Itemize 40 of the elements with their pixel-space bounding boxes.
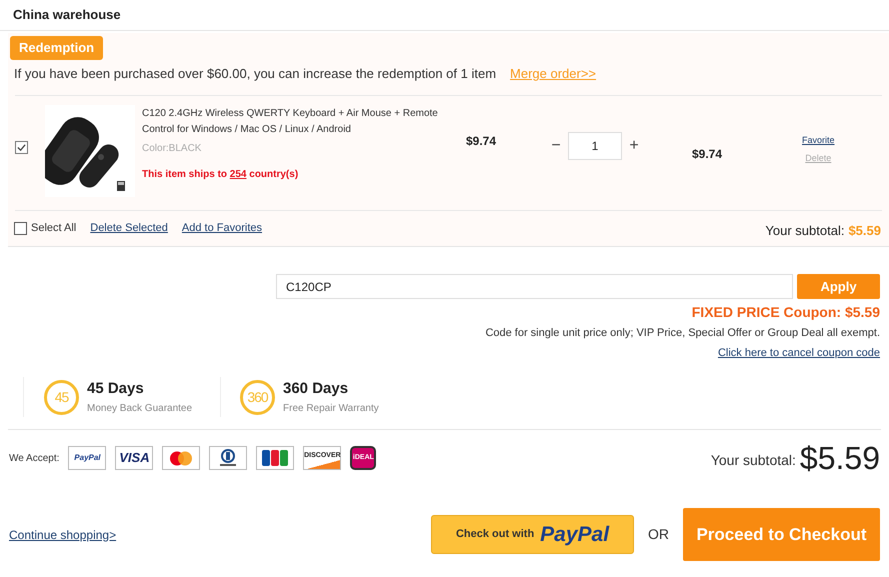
- item-checkbox[interactable]: [15, 140, 28, 154]
- continue-shopping-link[interactable]: Continue shopping>: [9, 526, 116, 544]
- add-to-favorites-link[interactable]: Add to Favorites: [182, 220, 262, 237]
- subtotal-label: Your subtotal:: [710, 451, 796, 470]
- favorite-link[interactable]: Favorite: [802, 134, 835, 147]
- select-all-checkbox[interactable]: [14, 222, 27, 236]
- guarantee-title: 45 Days: [87, 379, 145, 400]
- guarantee-subtitle: Free Repair Warranty: [283, 402, 379, 416]
- cancel-coupon-link[interactable]: Click here to cancel coupon code: [718, 344, 880, 361]
- quantity-field[interactable]: 1: [568, 132, 622, 160]
- increase-button[interactable]: +: [624, 134, 644, 158]
- product-color: Color:BLACK: [142, 142, 202, 156]
- unit-price: $9.74: [466, 132, 498, 150]
- redemption-message: If you have been purchased over $60.00, you can increase the redemption of 1 item: [14, 65, 496, 83]
- product-title[interactable]: C120 2.4GHz Wireless QWERTY Keyboard + Air Mouse + Remote Control for Windows / Mac OS / Linux / Android: [142, 106, 442, 138]
- jcb-logo: [256, 446, 294, 470]
- visa-logo: VISA: [115, 446, 154, 470]
- delete-selected-link[interactable]: Delete Selected: [90, 220, 168, 237]
- subtotal-label: Your subtotal:: [765, 222, 844, 240]
- guarantee-title: 360 Days: [283, 379, 350, 400]
- coupon-note: Code for single unit price only; VIP Price, Special Offer or Group Deal all exempt.: [485, 326, 880, 341]
- subtotal-amount: $5.59: [800, 441, 880, 475]
- or-label: OR: [648, 525, 669, 544]
- select-all-label[interactable]: Select All: [31, 220, 76, 237]
- paypal-checkout-button[interactable]: Check out with PayPal: [431, 515, 634, 554]
- we-accept-label: We Accept:: [9, 452, 60, 466]
- guarantee-subtitle: Money Back Guarantee: [87, 402, 192, 416]
- paypal-logo: PayPal: [68, 446, 106, 470]
- badge-icon: 45: [44, 380, 79, 414]
- coupon-field[interactable]: C120CP: [276, 274, 793, 299]
- shipping-note: This item ships to 254 country(s): [142, 168, 300, 182]
- item-total: $9.74: [692, 146, 724, 162]
- warehouse-title: China warehouse: [13, 6, 121, 24]
- diners-club-logo: [209, 446, 248, 470]
- coupon-result: FIXED PRICE Coupon: $5.59: [692, 303, 880, 322]
- decrease-button[interactable]: −: [546, 134, 566, 158]
- badge-icon: 360: [240, 380, 275, 414]
- redemption-badge: Redemption: [10, 36, 104, 60]
- mastercard-logo: [162, 446, 200, 470]
- subtotal-amount: $5.59: [848, 222, 881, 240]
